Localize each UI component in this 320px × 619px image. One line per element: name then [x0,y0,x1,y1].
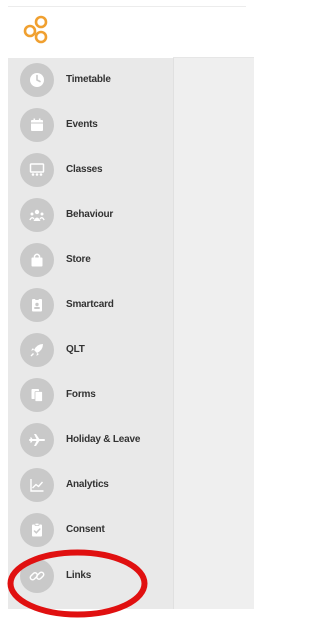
sidebar-item-label: QLT [66,344,85,355]
sidebar-item-timetable[interactable]: Timetable [8,58,173,102]
airplane-icon [20,423,54,457]
sidebar-item-label: Classes [66,164,103,175]
sidebar-item-analytics[interactable]: Analytics [8,463,173,507]
sidebar-item-forms[interactable]: Forms [8,373,173,417]
sidebar-item-qlt[interactable]: QLT [8,328,173,372]
sidebar-item-smartcard[interactable]: Smartcard [8,283,173,327]
app-logo-icon[interactable] [22,14,56,44]
sidebar-item-label: Behaviour [66,209,114,220]
clock-icon [20,63,54,97]
people-icon [20,198,54,232]
documents-icon [20,378,54,412]
sidebar-item-links[interactable]: Links [8,554,173,598]
clipboard-check-icon [20,513,54,547]
sidebar-item-label: Events [66,119,98,130]
shopping-bag-icon [20,243,54,277]
sidebar-item-label: Holiday & Leave [66,434,141,445]
header-divider [8,6,246,7]
sidebar-item-label: Analytics [66,479,109,490]
sidebar-item-label: Store [66,254,91,265]
rocket-icon [20,333,54,367]
sidebar-item-holiday-leave[interactable]: Holiday & Leave [8,418,173,462]
sidebar-item-classes[interactable]: Classes [8,148,173,192]
main-content-area [173,58,254,609]
sidebar-item-events[interactable]: Events [8,103,173,147]
classroom-icon [20,153,54,187]
sidebar-item-label: Smartcard [66,299,114,310]
link-icon [20,559,54,593]
sidebar-item-store[interactable]: Store [8,238,173,282]
sidebar-item-consent[interactable]: Consent [8,508,173,552]
app-header [0,0,254,58]
line-chart-icon [20,468,54,502]
sidebar-item-label: Links [66,570,92,581]
sidebar-item-label: Timetable [66,74,111,85]
sidebar-item-behaviour[interactable]: Behaviour [8,193,173,237]
sidebar-item-label: Forms [66,389,96,400]
sidebar-item-label: Consent [66,524,105,535]
calendar-icon [20,108,54,142]
sidebar-nav: Timetable Events Classes Behaviour Store [8,58,173,609]
id-card-icon [20,288,54,322]
